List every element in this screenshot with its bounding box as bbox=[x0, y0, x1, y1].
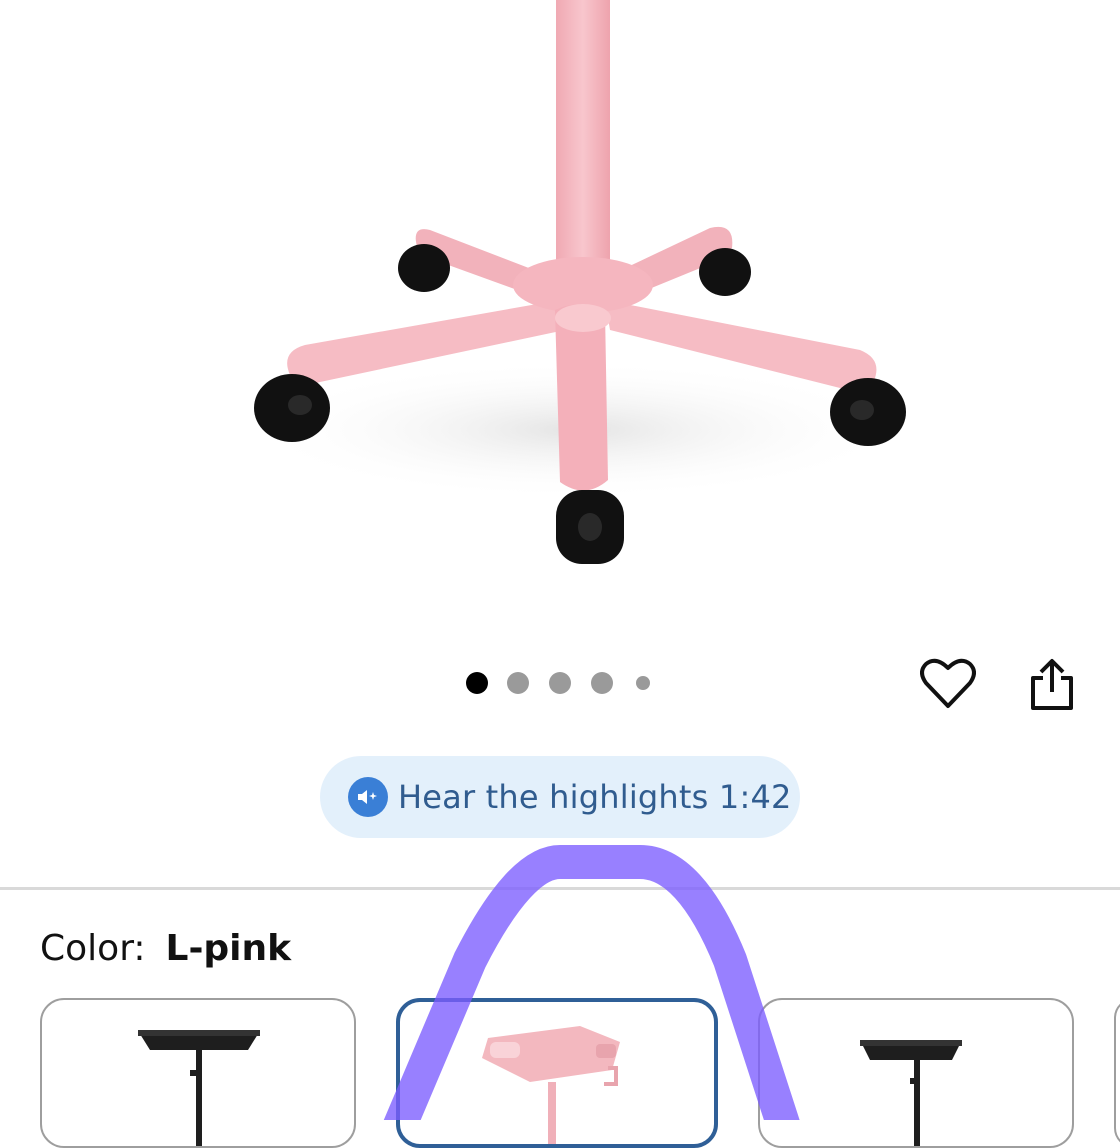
carousel-dot-3[interactable] bbox=[549, 672, 571, 694]
carousel-dot-1[interactable] bbox=[466, 672, 488, 694]
carousel-dot-2[interactable] bbox=[507, 672, 529, 694]
chair-base-illustration bbox=[245, 0, 906, 564]
color-value: L-pink bbox=[165, 928, 292, 969]
color-swatch-black[interactable] bbox=[40, 998, 356, 1148]
speaker-sparkle-icon bbox=[348, 777, 388, 817]
color-swatch-l-pink[interactable] bbox=[396, 998, 718, 1148]
color-selection: Color: L-pink bbox=[40, 928, 291, 969]
carousel-dot-4[interactable] bbox=[591, 672, 613, 694]
product-image[interactable] bbox=[0, 0, 1120, 640]
hear-highlights-label: Hear the highlights 1:42 bbox=[398, 778, 792, 816]
wishlist-button[interactable] bbox=[914, 650, 982, 718]
carousel-dot-5[interactable] bbox=[636, 676, 650, 690]
color-swatch-black-2[interactable] bbox=[758, 998, 1074, 1148]
share-button[interactable] bbox=[1022, 650, 1082, 718]
share-icon bbox=[1031, 659, 1073, 710]
hear-highlights-button[interactable]: Hear the highlights 1:42 bbox=[320, 756, 800, 838]
section-divider bbox=[0, 887, 1120, 890]
color-label: Color: bbox=[40, 928, 146, 969]
color-swatch-partial[interactable] bbox=[1114, 998, 1120, 1148]
heart-outline-icon bbox=[920, 658, 976, 708]
